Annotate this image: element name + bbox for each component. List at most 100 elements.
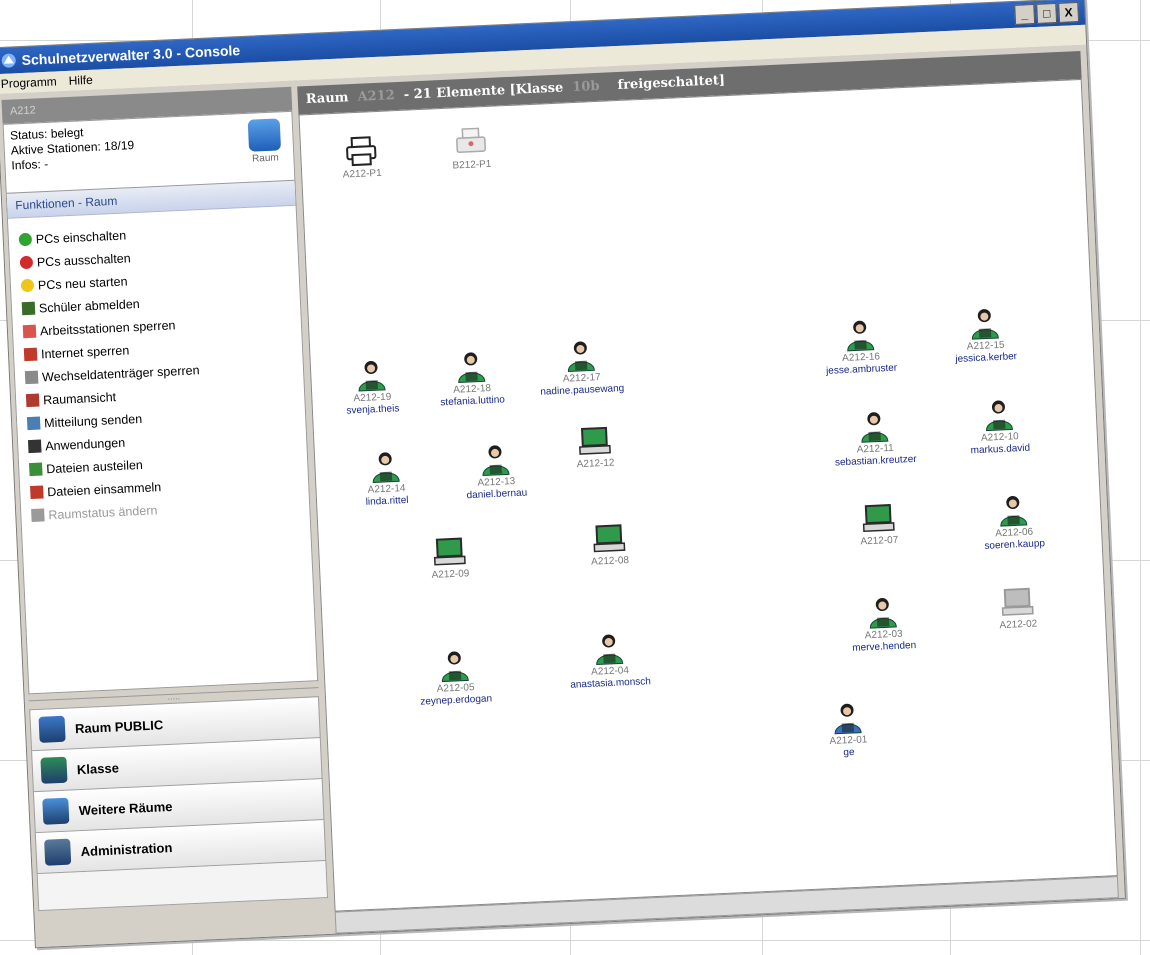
nav-button-label: Administration [80,839,173,859]
computer-icon [577,424,613,460]
menu-programm[interactable]: Programm [0,74,57,91]
station-item[interactable]: A212-16 jesse.ambruster [799,316,922,379]
lock-drive-icon [24,370,39,385]
printer-item[interactable]: B212-P1 [410,123,532,174]
student-icon [354,358,390,394]
student-icon [967,306,1003,342]
station-item[interactable]: A212-15 jessica.kerber [924,304,1047,367]
functions-list: PCs einschalten PCs ausschalten PCs neu st… [8,216,309,528]
printer-id: A212-P1 [342,167,382,181]
student-icon [478,442,514,478]
room-header-count: - 21 Elemente [Klasse [403,80,564,103]
room-icon-button[interactable]: Raum [244,118,286,165]
function-label: PCs ausschalten [36,250,131,270]
function-label: PCs neu starten [37,273,128,292]
computer-icon [432,534,468,570]
station-item[interactable]: A212-07 [818,499,940,550]
station-id: A212-02 [999,618,1038,632]
function-label: Arbeitsstationen sperren [39,317,176,338]
station-item[interactable]: A212-11 sebastian.kreutzer [814,407,937,470]
function-label: Anwendungen [44,435,126,453]
computer-icon [591,521,627,557]
functions-panel: Funktionen - Raum PCs einschalten PCs aus… [5,180,319,695]
function-label: Internet sperren [40,342,130,361]
station-item[interactable]: A212-05 zeynep.erdogan [394,646,517,709]
class-icon [40,756,68,784]
distribute-files-icon [29,462,43,477]
power-on-icon [18,232,33,247]
printer-id: B212-P1 [452,158,492,172]
maximize-button[interactable]: □ [1036,3,1058,24]
minimize-button[interactable]: _ [1014,4,1036,25]
student-icon [368,449,404,485]
station-item[interactable]: A212-09 [389,532,511,583]
station-item[interactable]: A212-03 merve.henden [822,593,945,656]
station-item[interactable]: A212-01 ge [787,699,910,762]
app-logo-icon [1,53,16,68]
function-label: Dateien austeilen [45,457,144,476]
student-icon [995,493,1031,529]
station-item[interactable]: A212-18 stefania.luttino [410,347,533,410]
collect-files-icon [30,485,44,500]
station-item[interactable]: A212-06 soeren.kaupp [952,491,1075,554]
room-header-class-name: 10b [571,78,600,96]
administration-icon [44,838,72,866]
navigation-buttons: Raum PUBLIC Klasse Weitere Räume Administra… [29,696,327,875]
station-item[interactable]: A212-12 [534,422,656,473]
student-icon [865,595,901,631]
lock-stations-icon [22,324,37,339]
station-item[interactable]: A212-10 markus.david [938,395,1061,458]
room-canvas: A212-P1 B212-P1 A212-19 svenja.theis A212-18… [298,78,1118,912]
close-button[interactable]: X [1058,2,1080,23]
station-id: A212-07 [860,534,899,548]
station-item[interactable]: A212-04 anastasia.monsch [548,629,671,692]
room-view-icon [25,393,40,408]
station-item[interactable]: A212-17 nadine.pausewang [520,336,643,399]
nav-button-label: Klasse [76,759,120,777]
computer-icon [1000,585,1036,621]
student-icon [437,648,473,684]
function-label: Raumansicht [42,389,117,407]
station-id: A212-09 [431,568,470,581]
lock-internet-icon [23,347,38,362]
station-id: A212-08 [590,554,630,568]
room-view-panel: Raum A212 - 21 Elemente [Klasse 10b frei… [296,44,1125,934]
room-public-icon [38,715,66,743]
teacher-icon [830,700,866,736]
function-label: Raumstatus ändern [48,502,158,522]
app-window: Schulnetzverwalter 3.0 - Console _ □ X P… [0,0,1126,949]
function-label: Dateien einsammeln [47,479,162,499]
student-icon [563,338,599,374]
logoff-user-icon [21,301,36,316]
printer-icon [453,125,489,161]
send-message-icon [26,416,41,431]
function-label: PCs einschalten [35,227,127,247]
applications-icon [27,439,42,454]
room-icon-label: Raum [251,152,280,165]
nav-button-label: Weitere Räume [78,798,173,818]
room-icon [247,118,282,152]
left-panel: A212 Status: belegt Aktive Stationen: 18… [0,80,334,948]
room-header-prefix: Raum [305,90,349,108]
student-icon [981,397,1017,433]
room-header-state: freigeschaltet] [617,73,726,93]
function-label: Schüler abmelden [38,296,140,315]
room-status-box: Status: belegt Aktive Stationen: 18/19 I… [2,110,296,194]
station-item[interactable]: A212-02 [957,583,1079,634]
station-item[interactable]: A212-14 linda.rittel [325,447,448,510]
printer-item[interactable]: A212-P1 [301,132,423,183]
student-icon [856,409,892,445]
change-room-status-icon [31,508,45,523]
restart-icon [20,278,35,293]
function-label: Wechseldatenträger sperren [41,362,200,384]
student-icon [842,317,878,353]
station-item[interactable]: A212-08 [548,519,670,570]
student-icon [591,631,627,667]
function-label: Mitteilung senden [43,411,143,430]
printer-icon [343,134,379,170]
menu-hilfe[interactable]: Hilfe [68,73,93,88]
power-off-icon [19,255,34,270]
room-header-room-name: A212 [357,88,396,105]
nav-button-label: Raum PUBLIC [74,716,164,736]
more-rooms-icon [42,797,70,825]
